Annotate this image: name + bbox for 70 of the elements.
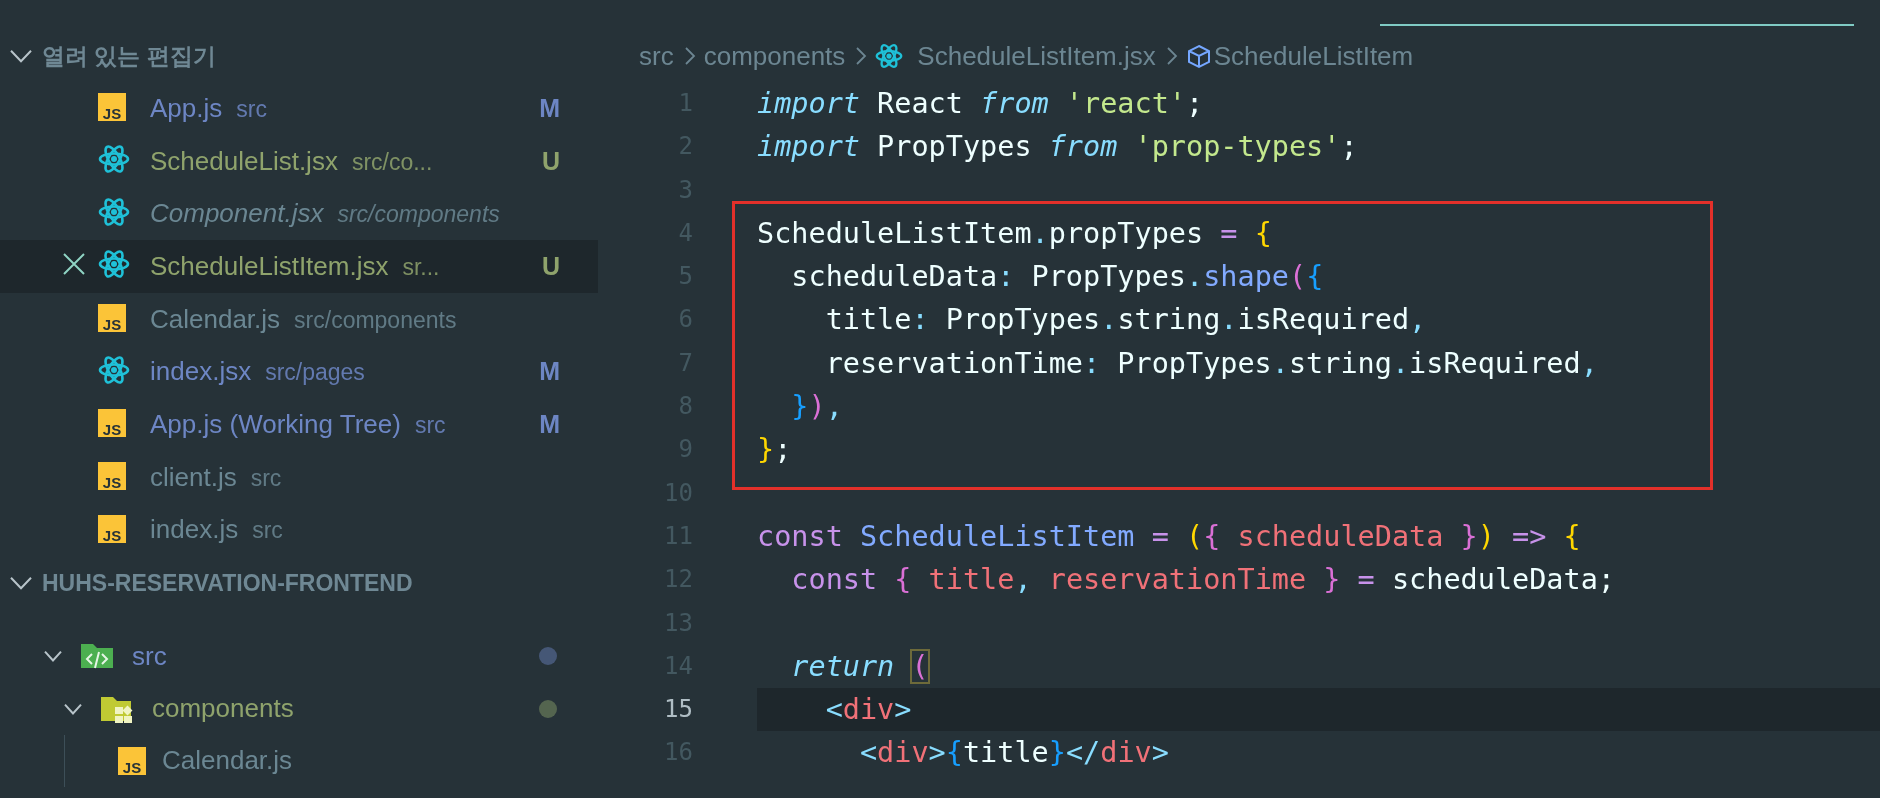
file-path: src/components	[337, 201, 500, 229]
code-line: const ScheduleListItem = ({ scheduleData }) => {	[756, 518, 1582, 555]
atom-icon	[98, 143, 130, 176]
open-editor-item[interactable]: JS Calendar.js src/components	[0, 292, 598, 346]
code-line: title: PropTypes.string.isRequired,	[824, 302, 1428, 339]
tree-item[interactable]: JS Calendar.js	[0, 734, 598, 788]
git-status-label: M	[539, 409, 560, 439]
code-line: reservationTime: PropTypes.string.isRequired,	[824, 345, 1599, 382]
tree-item[interactable]: src	[0, 630, 598, 683]
code-line: };	[756, 432, 793, 469]
code-line: }),	[790, 389, 844, 426]
file-path: src	[236, 95, 267, 123]
file-name: App.js (Working Tree)	[150, 408, 401, 440]
line-number: 15	[663, 694, 693, 726]
open-editor-item[interactable]: JS App.js src M	[0, 82, 598, 135]
file-path: sr...	[402, 253, 440, 281]
code-line: import PropTypes from 'prop-types';	[756, 129, 1359, 166]
git-status-label: U	[541, 251, 560, 281]
open-editor-item[interactable]: ScheduleList.jsx src/co... U	[0, 134, 598, 188]
tree-item[interactable]: components	[0, 682, 598, 735]
breadcrumb-item[interactable]: components	[703, 40, 846, 72]
open-editor-item[interactable]: ScheduleListItem.jsx sr... U	[0, 240, 598, 293]
breadcrumb-item[interactable]: src	[639, 40, 674, 72]
file-name: Component.jsx	[150, 198, 324, 230]
atom-icon	[875, 42, 904, 70]
file-name: Calendar.js	[162, 745, 293, 777]
file-name: Calendar.js	[150, 303, 281, 335]
js-file-icon: JS	[98, 514, 126, 543]
close-icon[interactable]	[62, 252, 86, 277]
file-name: ScheduleListItem.jsx	[150, 250, 389, 282]
js-file-icon: JS	[98, 409, 126, 438]
atom-icon	[98, 195, 130, 228]
file-path: src/pages	[265, 359, 365, 387]
breadcrumb-item[interactable]: ScheduleListItem.jsx	[875, 40, 1156, 72]
js-file-icon: JS	[118, 746, 146, 775]
atom-icon	[98, 353, 130, 386]
git-status-label: U	[541, 146, 560, 176]
code-line: scheduleData: PropTypes.shape({	[790, 259, 1325, 296]
js-file-icon: JS	[98, 304, 126, 333]
file-path: src/co...	[351, 148, 433, 176]
file-path: src	[250, 464, 282, 492]
section-title[interactable]: 열려 있는 편집기	[42, 40, 216, 72]
section-title[interactable]: HUHS-RESERVATION-FRONTEND	[42, 569, 413, 597]
file-name: src	[132, 640, 167, 672]
code-line: const { title, reservationTime } = scheduleData;	[790, 562, 1616, 599]
git-status-label: M	[539, 357, 560, 387]
breadcrumb-item[interactable]: ScheduleListItem	[1185, 40, 1414, 72]
file-name: App.js	[150, 92, 223, 124]
file-path: src	[252, 517, 283, 545]
git-status-label: M	[539, 93, 560, 123]
open-editor-item[interactable]: Component.jsx src/components	[0, 187, 598, 241]
open-editor-item[interactable]: index.jsx src/pages M	[0, 345, 598, 399]
open-editor-item[interactable]: JS App.js (Working Tree) src M	[0, 398, 598, 451]
js-file-icon: JS	[98, 462, 126, 491]
code-line: import React from 'react';	[756, 86, 1205, 122]
file-name: client.js	[150, 461, 237, 493]
file-path: src	[414, 411, 446, 439]
code-line: <div>{title}</div>	[858, 735, 1170, 772]
code-line: return (	[790, 648, 930, 685]
atom-icon	[98, 248, 130, 281]
cube-icon	[1185, 43, 1212, 69]
file-path: src/components	[294, 306, 457, 334]
open-editor-item[interactable]: JS index.js src	[0, 503, 598, 557]
file-name: ScheduleList.jsx	[150, 145, 338, 177]
file-name: index.jsx	[150, 356, 252, 388]
file-name: index.js	[150, 514, 239, 546]
open-editor-item[interactable]: JS client.js src	[0, 450, 598, 504]
code-line: ScheduleListItem.propTypes = {	[756, 215, 1273, 252]
js-file-icon: JS	[98, 93, 126, 122]
file-name: components	[152, 693, 294, 725]
